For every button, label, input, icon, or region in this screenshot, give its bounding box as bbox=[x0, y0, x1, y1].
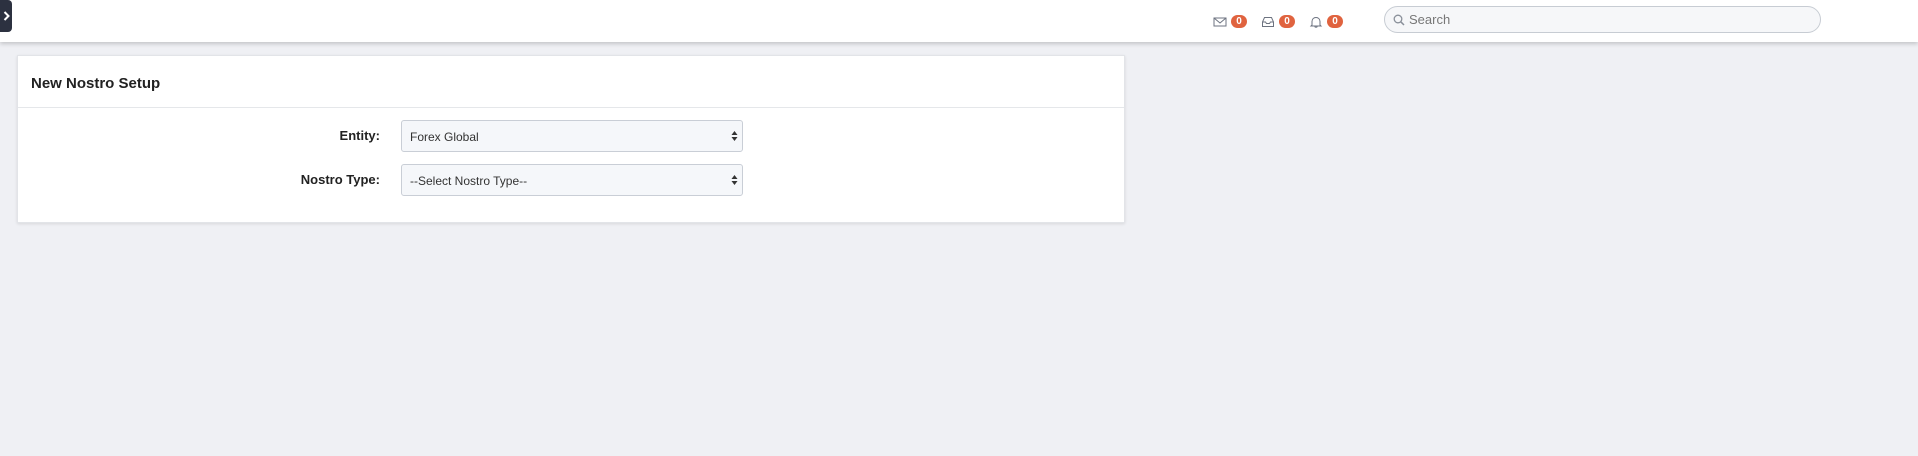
nostro-type-row: Nostro Type: --Select Nostro Type-- bbox=[18, 164, 1124, 196]
entity-selected-value: Forex Global bbox=[410, 130, 479, 144]
inbox-count-badge: 0 bbox=[1279, 15, 1295, 28]
messages-count-badge: 0 bbox=[1231, 15, 1247, 28]
select-arrows-icon bbox=[731, 175, 738, 185]
search-bar[interactable] bbox=[1384, 6, 1821, 33]
entity-label: Entity: bbox=[339, 128, 380, 143]
chevron-right-icon bbox=[3, 11, 10, 21]
panel-title: New Nostro Setup bbox=[31, 75, 161, 92]
alerts-notification[interactable]: 0 bbox=[1309, 15, 1343, 28]
nostro-type-label: Nostro Type: bbox=[300, 172, 380, 187]
new-nostro-setup-panel: New Nostro Setup Entity: Forex Global No… bbox=[17, 55, 1125, 223]
envelope-icon bbox=[1213, 17, 1227, 26]
entity-row: Entity: Forex Global bbox=[18, 120, 1124, 152]
select-arrows-icon bbox=[731, 131, 738, 141]
nostro-type-selected-value: --Select Nostro Type-- bbox=[410, 174, 528, 188]
inbox-notification[interactable]: 0 bbox=[1261, 15, 1295, 28]
alerts-count-badge: 0 bbox=[1327, 15, 1343, 28]
panel-header: New Nostro Setup bbox=[18, 56, 1124, 108]
search-icon bbox=[1393, 14, 1405, 26]
entity-select[interactable]: Forex Global bbox=[401, 120, 743, 152]
bell-icon bbox=[1309, 16, 1323, 28]
search-input[interactable] bbox=[1409, 12, 1789, 27]
inbox-icon bbox=[1262, 16, 1274, 27]
sidebar-toggle-button[interactable] bbox=[0, 0, 12, 32]
top-navbar: 0 0 0 bbox=[0, 0, 1918, 42]
messages-notification[interactable]: 0 bbox=[1213, 15, 1247, 28]
nostro-type-select[interactable]: --Select Nostro Type-- bbox=[401, 164, 743, 196]
